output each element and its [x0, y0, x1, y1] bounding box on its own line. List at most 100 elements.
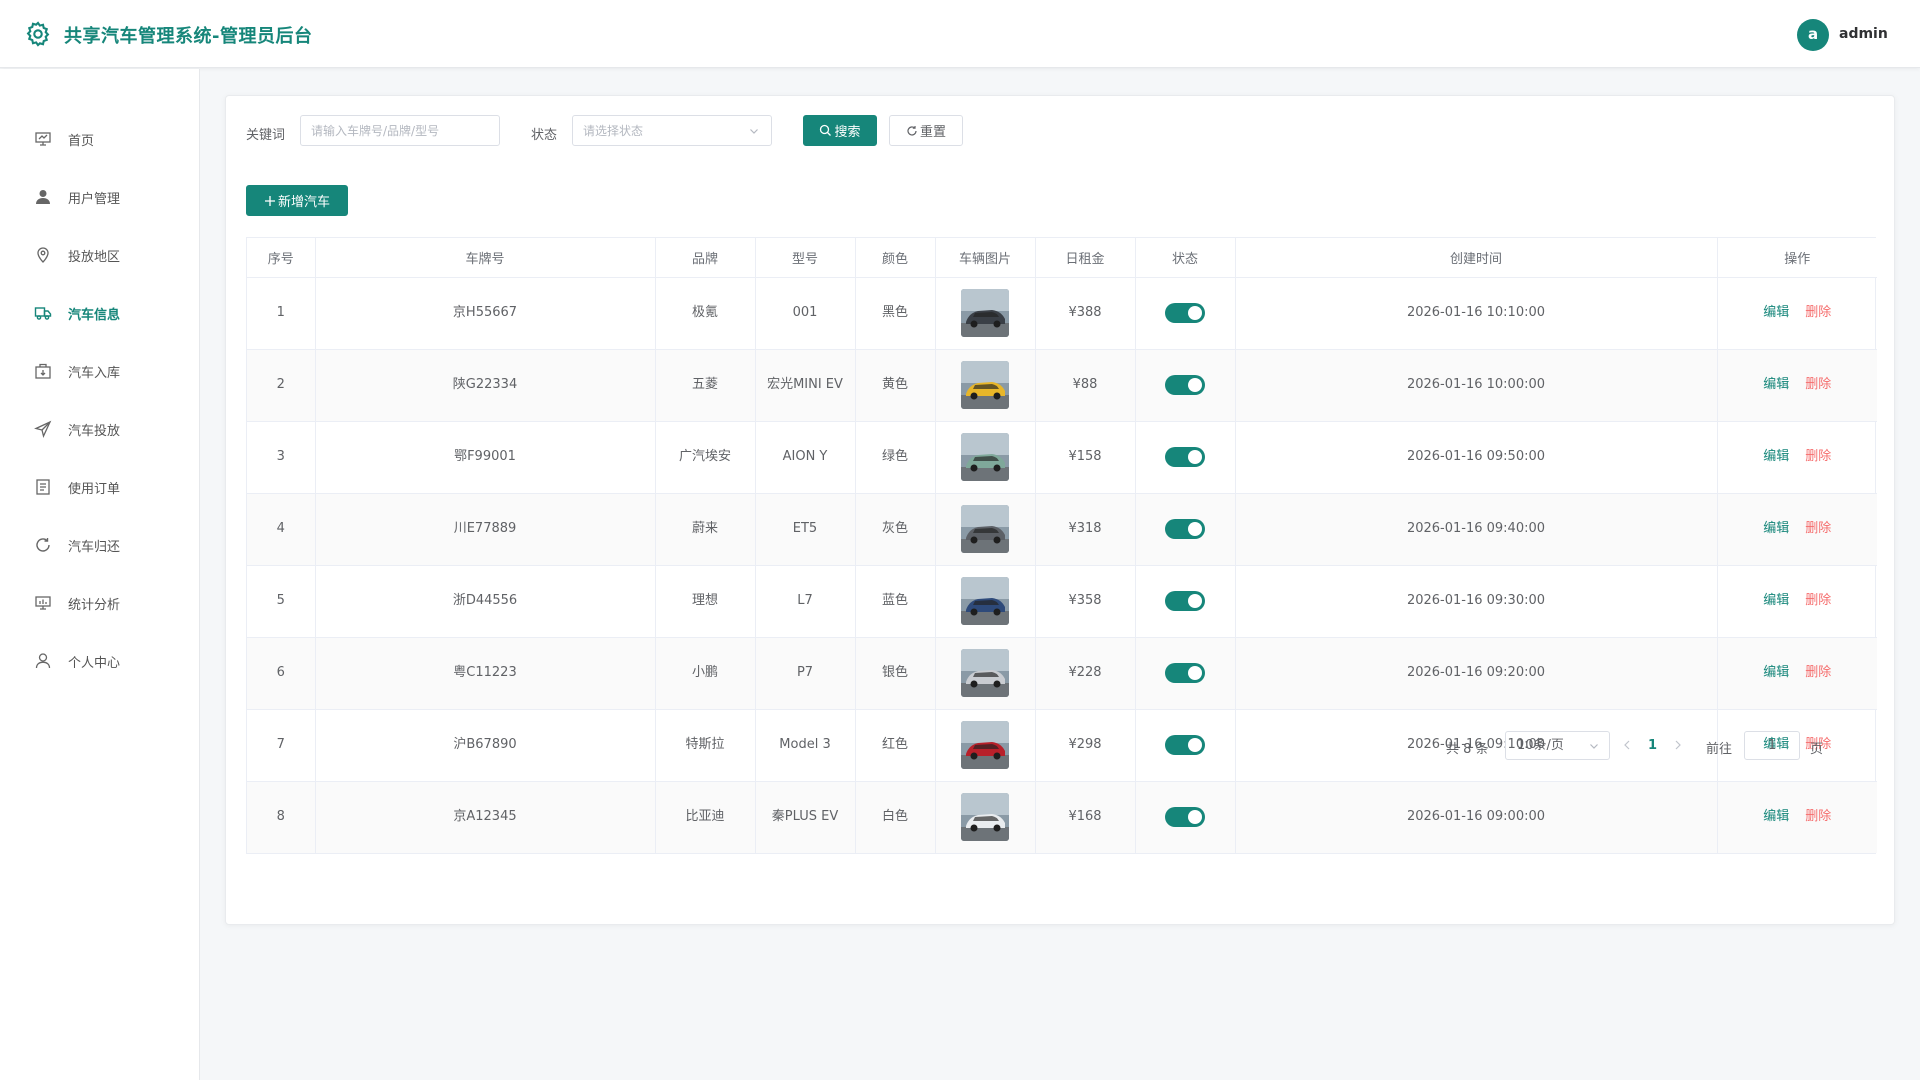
search-button-label: 搜索 [834, 125, 861, 140]
status-toggle[interactable] [1165, 446, 1205, 467]
sidebar-item-label: 使用订单 [68, 482, 121, 497]
cell-created-time: 2026-01-16 09:20:00 [1235, 637, 1718, 710]
delete-button[interactable]: 删除 [1805, 449, 1831, 464]
gear-icon [26, 21, 50, 47]
reset-button[interactable]: 重置 [889, 115, 963, 146]
cell-image [935, 637, 1036, 710]
column-header: 颜色 [855, 238, 936, 278]
cell-created-time: 2026-01-16 09:30:00 [1235, 565, 1718, 638]
edit-button[interactable]: 编辑 [1763, 593, 1789, 608]
cell-brand: 比亚迪 [655, 781, 756, 853]
cell-plate: 粤C11223 [315, 637, 656, 710]
search-button[interactable]: 搜索 [803, 115, 877, 146]
edit-button[interactable]: 编辑 [1763, 377, 1789, 392]
add-car-button[interactable]: 新增汽车 [246, 185, 348, 216]
keyword-input[interactable] [301, 116, 499, 145]
cell-image [935, 349, 1036, 422]
delete-button[interactable]: 删除 [1805, 521, 1831, 536]
car-thumbnail[interactable] [961, 361, 1009, 409]
cell-brand: 理想 [655, 565, 756, 638]
cell-index: 2 [247, 349, 316, 422]
sidebar-item-car-deploy[interactable]: 汽车投放 [0, 405, 199, 453]
status-toggle[interactable] [1165, 734, 1205, 755]
table-row: 1 京H55667 极氪 001 黑色 ¥388 2026-01-16 10:10:00 编… [247, 277, 1877, 350]
cell-index: 4 [247, 493, 316, 566]
edit-button[interactable]: 编辑 [1763, 521, 1789, 536]
cell-color: 黄色 [855, 349, 936, 422]
cell-plate: 鄂F99001 [315, 421, 656, 494]
cell-actions: 编辑 删除 [1717, 493, 1877, 566]
status-toggle[interactable] [1165, 806, 1205, 827]
status-toggle[interactable] [1165, 662, 1205, 683]
status-toggle[interactable] [1165, 302, 1205, 323]
status-select[interactable] [572, 115, 772, 146]
cell-index: 7 [247, 709, 316, 782]
sidebar-item-profile[interactable]: 个人中心 [0, 637, 199, 685]
refresh-icon [36, 538, 50, 552]
cell-actions: 编辑 删除 [1717, 565, 1877, 638]
sidebar-item-car-return[interactable]: 汽车归还 [0, 521, 199, 569]
username[interactable]: admin [1839, 26, 1888, 42]
page-number-current[interactable]: 1 [1648, 738, 1657, 753]
cell-rent: ¥298 [1035, 709, 1136, 782]
cell-image [935, 493, 1036, 566]
sidebar-item-label: 首页 [68, 134, 95, 149]
cell-image [935, 781, 1036, 853]
cell-actions: 编辑 删除 [1717, 349, 1877, 422]
delete-button[interactable]: 删除 [1805, 809, 1831, 824]
goto-page-input[interactable]: 1 [1744, 731, 1800, 760]
cell-color: 蓝色 [855, 565, 936, 638]
cell-rent: ¥158 [1035, 421, 1136, 494]
car-thumbnail[interactable] [961, 289, 1009, 337]
cell-model: L7 [755, 565, 856, 638]
car-thumbnail[interactable] [961, 793, 1009, 842]
cell-status [1135, 277, 1236, 350]
sidebar-item-orders[interactable]: 使用订单 [0, 463, 199, 511]
car-thumbnail[interactable] [961, 505, 1009, 553]
sidebar-item-statistics[interactable]: 统计分析 [0, 579, 199, 627]
sidebar-item-label: 汽车归还 [68, 540, 121, 555]
status-toggle[interactable] [1165, 518, 1205, 539]
sidebar-item-car-info[interactable]: 汽车信息 [0, 289, 199, 337]
delete-button[interactable]: 删除 [1805, 305, 1831, 320]
cell-image [935, 421, 1036, 494]
edit-button[interactable]: 编辑 [1763, 665, 1789, 680]
edit-button[interactable]: 编辑 [1763, 449, 1789, 464]
status-toggle[interactable] [1165, 374, 1205, 395]
table-row: 6 粤C11223 小鹏 P7 银色 ¥228 2026-01-16 09:20:00 编辑… [247, 637, 1877, 710]
page-size-select[interactable]: 10条/页 [1505, 731, 1610, 760]
edit-button[interactable]: 编辑 [1763, 809, 1789, 824]
table-header-row: 序号 车牌号 品牌 型号 颜色 车辆图片 日租金 状态 创建时间 操作 [247, 238, 1877, 278]
cell-brand: 特斯拉 [655, 709, 756, 782]
status-label: 状态 [531, 128, 558, 143]
car-thumbnail[interactable] [961, 433, 1009, 481]
sidebar-item-regions[interactable]: 投放地区 [0, 231, 199, 279]
sidebar-item-users[interactable]: 用户管理 [0, 173, 199, 221]
column-header: 型号 [755, 238, 856, 278]
cell-plate: 京A12345 [315, 781, 656, 853]
cell-model: AION Y [755, 421, 856, 494]
cell-plate: 京H55667 [315, 277, 656, 350]
car-thumbnail[interactable] [961, 721, 1009, 769]
car-thumbnail[interactable] [961, 577, 1009, 625]
next-page-icon[interactable] [1671, 738, 1685, 752]
cell-status [1135, 709, 1236, 782]
prev-page-icon[interactable] [1620, 738, 1634, 752]
sidebar-item-label: 汽车入库 [68, 366, 121, 381]
status-select-input[interactable] [573, 116, 771, 145]
cell-status [1135, 421, 1236, 494]
sidebar-item-label: 用户管理 [68, 192, 121, 207]
cell-index: 1 [247, 277, 316, 350]
sidebar-item-home[interactable]: 首页 [0, 115, 199, 163]
car-thumbnail[interactable] [961, 649, 1009, 697]
sidebar-item-car-stock-in[interactable]: 汽车入库 [0, 347, 199, 395]
reset-button-label: 重置 [919, 125, 946, 140]
status-toggle[interactable] [1165, 590, 1205, 611]
delete-button[interactable]: 删除 [1805, 593, 1831, 608]
edit-button[interactable]: 编辑 [1763, 305, 1789, 320]
delete-button[interactable]: 删除 [1805, 665, 1831, 680]
location-icon [37, 247, 49, 263]
avatar[interactable]: a [1797, 19, 1829, 51]
delete-button[interactable]: 删除 [1805, 377, 1831, 392]
column-header: 日租金 [1035, 238, 1136, 278]
